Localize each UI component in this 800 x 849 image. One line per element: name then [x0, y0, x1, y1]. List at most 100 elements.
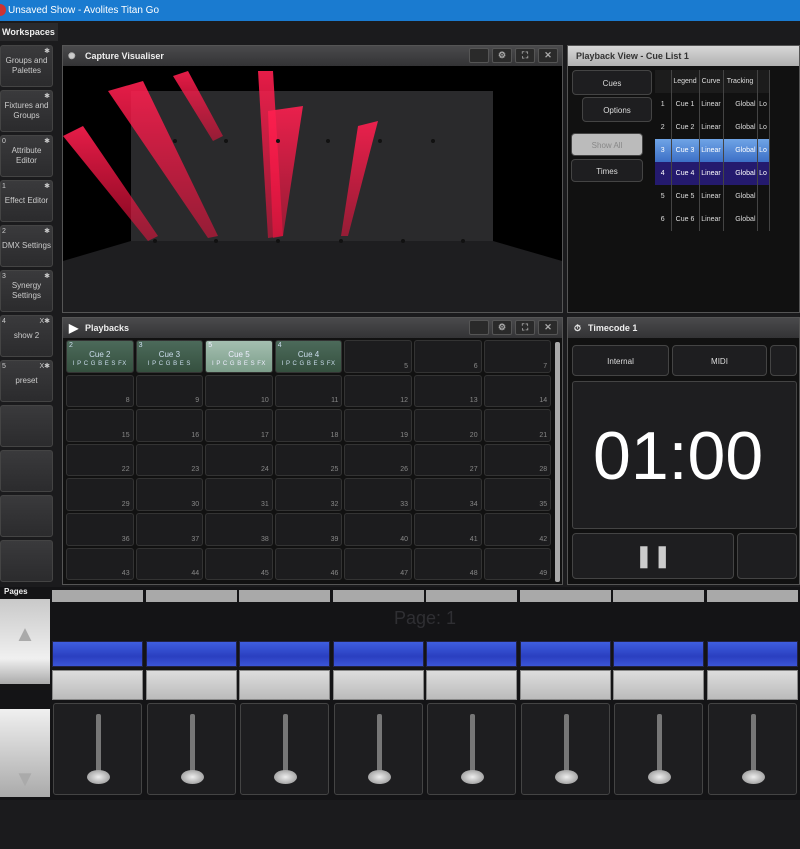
cue-row[interactable]: 2 Cue 2 Linear Global Lo — [655, 116, 770, 139]
playback-slot[interactable]: 47 — [344, 547, 412, 581]
fader-handle[interactable] — [180, 770, 204, 784]
fader-swop-button[interactable] — [52, 670, 143, 700]
pin-icon[interactable]: ✱ — [44, 92, 50, 102]
playback-slot[interactable]: 43 — [66, 547, 134, 581]
pin-icon[interactable]: ✱ — [44, 47, 50, 57]
play-button[interactable] — [737, 533, 797, 579]
cue-row[interactable]: 1 Cue 1 Linear Global Lo — [655, 93, 770, 116]
workspace-button[interactable]: 2 ✱ DMX Settings — [0, 225, 53, 267]
fader-flash-button[interactable] — [239, 641, 330, 667]
playback-slot[interactable]: 14 — [483, 374, 552, 408]
pin-icon[interactable]: X✱ — [39, 362, 50, 372]
tab-cues[interactable]: Cues — [572, 70, 652, 95]
column-header[interactable]: Legend — [671, 70, 700, 93]
fader-flash-button[interactable] — [145, 641, 237, 667]
playback-slot[interactable]: 36 — [66, 513, 134, 546]
column-header[interactable] — [655, 70, 672, 93]
playback-slot[interactable]: 35 — [483, 478, 552, 511]
playback-slot[interactable]: 20 — [414, 409, 482, 442]
workspace-button[interactable]: 3 ✱ Synergy Settings — [0, 270, 53, 312]
fader-swop-button[interactable] — [239, 670, 330, 700]
fader-swop-button[interactable] — [519, 670, 611, 700]
fader-handle[interactable] — [461, 770, 484, 784]
pin-icon[interactable]: X✱ — [39, 317, 50, 327]
playback-slot[interactable]: 6 — [414, 340, 482, 373]
playback-slot[interactable]: 32 — [274, 478, 343, 511]
fader-flash-button[interactable] — [613, 641, 704, 667]
workspace-button[interactable]: ✱ Fixtures and Groups — [0, 90, 53, 132]
pause-button[interactable]: ❚❚ — [572, 533, 734, 579]
workspace-button[interactable]: ✱ Groups and Palettes — [0, 45, 53, 87]
playback-slot[interactable]: 29 — [66, 478, 134, 511]
playback-cue-button[interactable]: 2 Cue 2 I P C G B E S FX — [66, 340, 134, 373]
fader-handle[interactable] — [554, 770, 578, 784]
playback-cue-button[interactable]: 5 Cue 5 I P C G B E S FX — [205, 340, 273, 373]
playback-slot[interactable]: 10 — [205, 374, 273, 408]
playback-slot[interactable]: 48 — [414, 547, 482, 581]
playback-slot[interactable]: 22 — [66, 443, 134, 477]
cue-row[interactable]: 6 Cue 6 Linear Global — [655, 208, 770, 231]
column-header[interactable]: Tracking — [723, 70, 758, 93]
playback-slot[interactable]: 42 — [483, 513, 552, 546]
playback-slot[interactable]: 38 — [205, 513, 273, 546]
fader-label-button[interactable] — [145, 590, 237, 602]
fader-label-button[interactable] — [239, 590, 330, 602]
maximize-button[interactable]: ⛶ — [515, 48, 535, 63]
fader-label-button[interactable] — [706, 590, 798, 602]
playback-slot[interactable]: 39 — [274, 513, 343, 546]
fader-handle[interactable] — [741, 770, 765, 784]
column-header[interactable] — [757, 70, 770, 93]
workspace-button[interactable]: 5 X✱ preset — [0, 360, 53, 402]
fader-swop-button[interactable] — [332, 670, 424, 700]
pin-icon[interactable]: ✱ — [44, 182, 50, 192]
playback-slot[interactable]: 5 — [344, 340, 412, 373]
playback-cue-button[interactable]: 4 Cue 4 I P C G B E S FX — [274, 340, 343, 373]
cue-row[interactable]: 5 Cue 5 Linear Global — [655, 185, 770, 208]
pin-icon[interactable]: ✱ — [44, 227, 50, 237]
source-button[interactable] — [770, 345, 797, 376]
playback-slot[interactable]: 26 — [344, 443, 412, 477]
workspace-empty[interactable] — [0, 450, 53, 492]
workspace-button[interactable]: 0 ✱ Attribute Editor — [0, 135, 53, 177]
page-down-button[interactable]: ▼ — [0, 709, 50, 797]
playback-slot[interactable]: 18 — [274, 409, 343, 442]
pin-icon[interactable]: ✱ — [44, 137, 50, 147]
playback-slot[interactable]: 41 — [414, 513, 482, 546]
source-midi-button[interactable]: MIDI — [672, 345, 767, 376]
playback-slot[interactable]: 17 — [205, 409, 273, 442]
playback-slot[interactable]: 19 — [344, 409, 412, 442]
fader-label-button[interactable] — [613, 590, 704, 602]
page-up-button[interactable]: ▲ — [0, 599, 50, 684]
playback-slot[interactable]: 13 — [414, 374, 482, 408]
gear-icon[interactable]: ⚙ — [492, 320, 512, 335]
playback-slot[interactable]: 33 — [344, 478, 412, 511]
playback-slot[interactable]: 49 — [483, 547, 552, 581]
fader-swop-button[interactable] — [613, 670, 704, 700]
fader-swop-button[interactable] — [426, 670, 517, 700]
fader-flash-button[interactable] — [52, 641, 143, 667]
pin-icon[interactable]: ✱ — [44, 272, 50, 282]
column-header[interactable]: Curve — [699, 70, 724, 93]
playback-cue-button[interactable]: 3 Cue 3 I P C G B E S — [135, 340, 204, 373]
playback-slot[interactable]: 9 — [135, 374, 204, 408]
playback-slot[interactable]: 27 — [414, 443, 482, 477]
playback-slot[interactable]: 7 — [483, 340, 552, 373]
fader-swop-button[interactable] — [706, 670, 798, 700]
playback-slot[interactable]: 46 — [274, 547, 343, 581]
playback-slot[interactable]: 44 — [135, 547, 204, 581]
workspace-empty[interactable] — [0, 540, 53, 582]
tab-options[interactable]: Options — [582, 97, 652, 122]
playback-slot[interactable]: 31 — [205, 478, 273, 511]
times-button[interactable]: Times — [571, 159, 643, 182]
playback-slot[interactable]: 24 — [205, 443, 273, 477]
cue-row[interactable]: 3 Cue 3 Linear Global Lo — [655, 139, 770, 162]
playback-slot[interactable]: 21 — [483, 409, 552, 442]
playback-slot[interactable]: 15 — [66, 409, 134, 442]
playback-slot[interactable]: 34 — [414, 478, 482, 511]
workspace-button[interactable]: 4 X✱ show 2 — [0, 315, 53, 357]
playback-slot[interactable]: 40 — [344, 513, 412, 546]
workspace-button[interactable]: 1 ✱ Effect Editor — [0, 180, 53, 222]
playback-slot[interactable]: 28 — [483, 443, 552, 477]
source-internal-button[interactable]: Internal — [572, 345, 669, 376]
fader-flash-button[interactable] — [332, 641, 424, 667]
